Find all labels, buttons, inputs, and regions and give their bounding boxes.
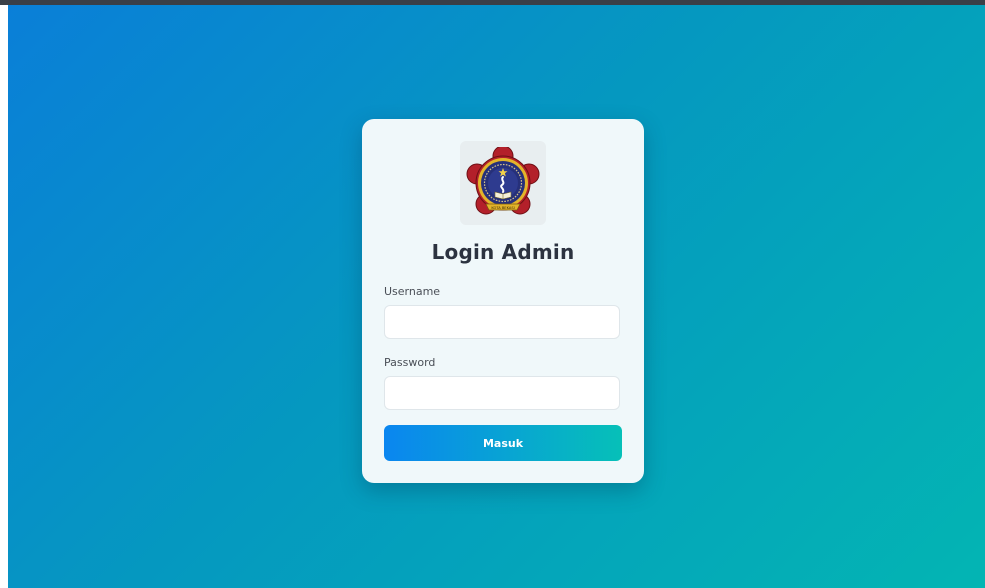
password-input[interactable]: [384, 376, 620, 410]
username-label: Username: [384, 285, 441, 298]
logo-container: KOTA BEKASI: [460, 141, 546, 225]
login-card: KOTA BEKASI Login Admin Username Passwor…: [362, 119, 644, 483]
login-submit-button[interactable]: Masuk: [384, 425, 622, 461]
username-input[interactable]: [384, 305, 620, 339]
password-label: Password: [384, 356, 436, 369]
page-title: Login Admin: [431, 240, 575, 264]
university-seal-icon: KOTA BEKASI: [466, 147, 540, 215]
svg-text:KOTA BEKASI: KOTA BEKASI: [491, 206, 514, 210]
page-background: KOTA BEKASI Login Admin Username Passwor…: [8, 5, 985, 588]
